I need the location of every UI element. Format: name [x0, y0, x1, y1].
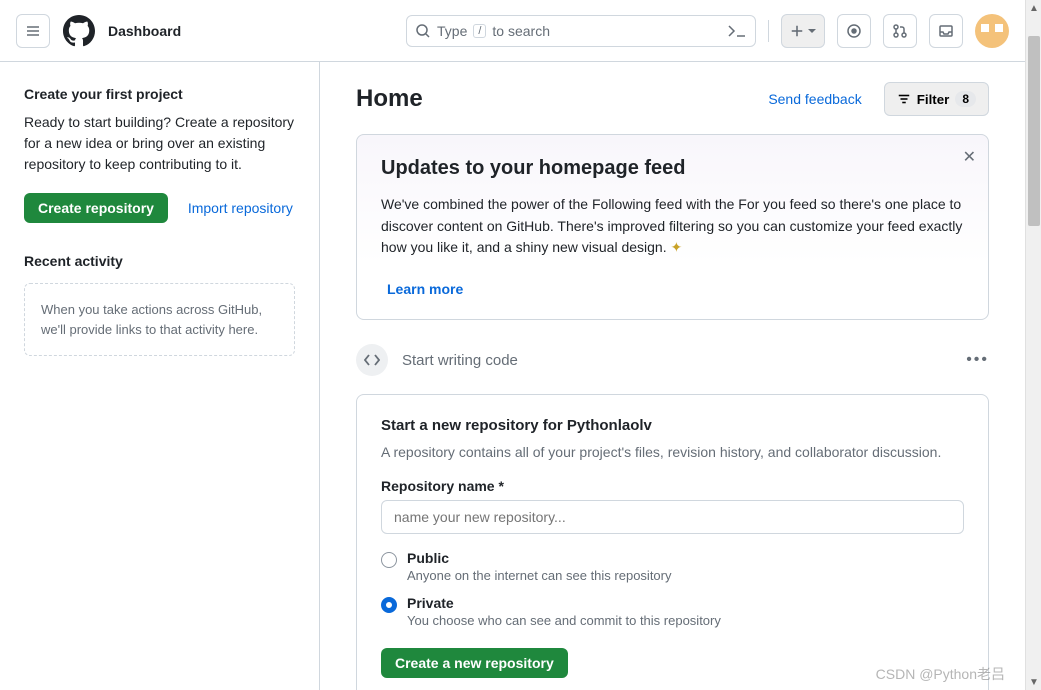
- search-placeholder-pre: Type: [437, 23, 467, 39]
- public-label: Public: [407, 550, 672, 566]
- close-notice-button[interactable]: ✕: [963, 147, 976, 167]
- notifications-button[interactable]: [929, 14, 963, 48]
- first-project-body: Ready to start building? Create a reposi…: [24, 112, 295, 175]
- filter-icon: [897, 92, 911, 106]
- send-feedback-link[interactable]: Send feedback: [768, 91, 861, 107]
- learn-more-link[interactable]: Learn more: [387, 281, 463, 297]
- search-kbd: /: [473, 24, 486, 38]
- notice-body: We've combined the power of the Followin…: [381, 194, 964, 259]
- radio-unchecked-icon: [381, 552, 397, 568]
- scroll-down-arrow-icon[interactable]: ▼: [1026, 674, 1041, 690]
- filter-label: Filter: [917, 92, 950, 107]
- create-new-repository-button[interactable]: Create a new repository: [381, 648, 568, 678]
- user-avatar[interactable]: [975, 14, 1009, 48]
- code-icon-wrap: [356, 344, 388, 376]
- notice-title: Updates to your homepage feed: [381, 157, 964, 180]
- caret-down-icon: [808, 27, 816, 35]
- feed-section-title: Start writing code: [402, 352, 952, 369]
- scroll-up-arrow-icon[interactable]: ▲: [1026, 0, 1041, 16]
- public-desc: Anyone on the internet can see this repo…: [407, 568, 672, 583]
- private-desc: You choose who can see and commit to thi…: [407, 613, 721, 628]
- plus-icon: [790, 24, 804, 38]
- page-context-title: Dashboard: [108, 23, 181, 39]
- recent-activity-heading: Recent activity: [24, 253, 295, 269]
- recent-activity-empty: When you take actions across GitHub, we'…: [24, 283, 295, 356]
- repo-card-heading: Start a new repository for Pythonlaolv: [381, 417, 964, 434]
- repo-name-label: Repository name *: [381, 478, 964, 494]
- issues-icon: [846, 23, 862, 39]
- private-label: Private: [407, 595, 721, 611]
- repo-name-input[interactable]: [381, 500, 964, 534]
- global-header: Dashboard Type / to search: [0, 0, 1025, 62]
- create-new-button[interactable]: [781, 14, 825, 48]
- filter-button[interactable]: Filter 8: [884, 82, 989, 116]
- watermark: CSDN @Python老吕: [876, 664, 1005, 684]
- code-icon: [364, 352, 380, 368]
- repo-card-description: A repository contains all of your projec…: [381, 444, 964, 460]
- global-search[interactable]: Type / to search: [406, 15, 756, 47]
- import-repository-link[interactable]: Import repository: [188, 200, 293, 216]
- pull-requests-button[interactable]: [883, 14, 917, 48]
- start-repo-card: Start a new repository for Pythonlaolv A…: [356, 394, 989, 690]
- issues-button[interactable]: [837, 14, 871, 48]
- create-repository-button[interactable]: Create repository: [24, 193, 168, 223]
- page-title: Home: [356, 85, 768, 113]
- pull-request-icon: [892, 23, 908, 39]
- github-logo[interactable]: [62, 14, 96, 48]
- hamburger-icon: [25, 23, 41, 39]
- feed-section-header: Start writing code •••: [356, 344, 989, 376]
- visibility-private-option[interactable]: Private You choose who can see and commi…: [381, 595, 964, 628]
- filter-count-badge: 8: [955, 91, 976, 107]
- search-placeholder-post: to search: [492, 23, 550, 39]
- left-sidebar: Create your first project Ready to start…: [0, 62, 320, 690]
- feed-section-menu[interactable]: •••: [966, 351, 989, 369]
- github-icon: [63, 15, 95, 47]
- command-palette-icon[interactable]: [727, 23, 747, 39]
- radio-checked-icon: [381, 597, 397, 613]
- inbox-icon: [938, 23, 954, 39]
- main-content: Home Send feedback Filter 8 ✕ Updates to…: [320, 62, 1025, 690]
- homepage-update-notice: ✕ Updates to your homepage feed We've co…: [356, 134, 989, 320]
- page-scrollbar[interactable]: ▲ ▼: [1025, 0, 1041, 690]
- visibility-public-option[interactable]: Public Anyone on the internet can see th…: [381, 550, 964, 583]
- scrollbar-thumb[interactable]: [1028, 36, 1040, 226]
- first-project-heading: Create your first project: [24, 86, 295, 102]
- sparkle-icon: ✦: [671, 239, 683, 255]
- menu-button[interactable]: [16, 14, 50, 48]
- search-icon: [415, 23, 431, 39]
